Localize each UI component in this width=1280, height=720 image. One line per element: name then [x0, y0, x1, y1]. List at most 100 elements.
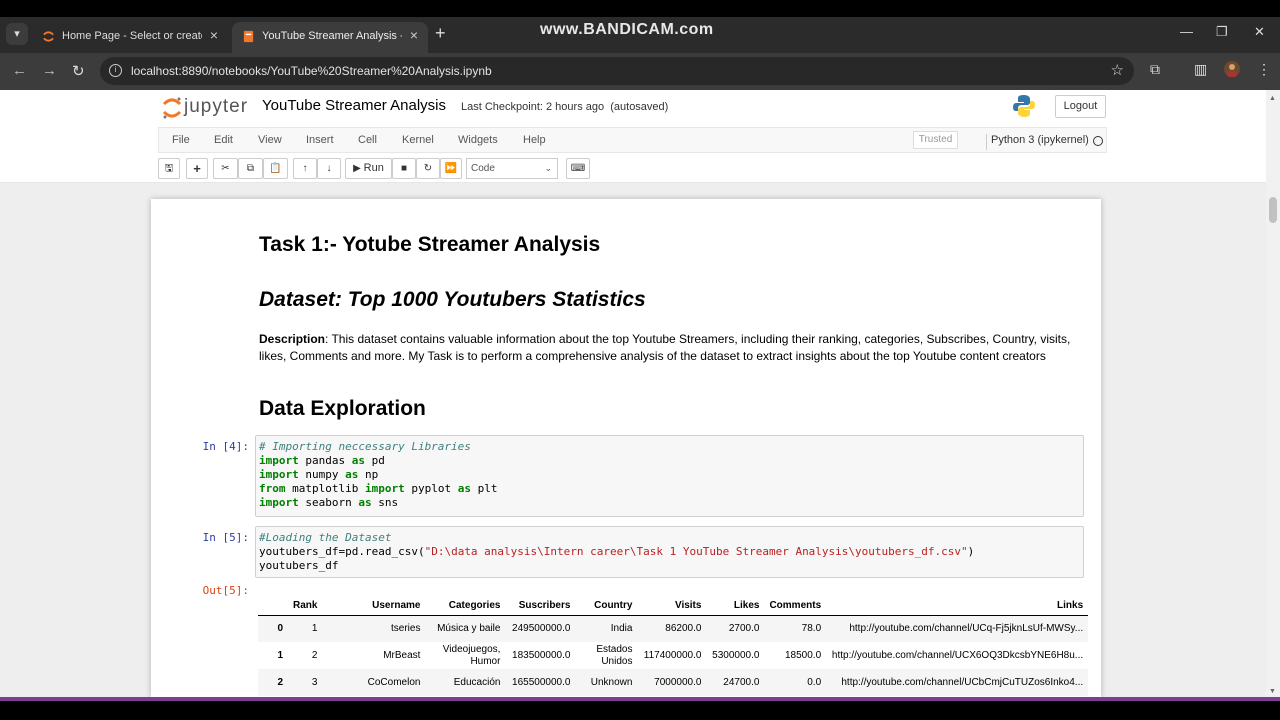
close-window-icon[interactable]: ✕	[1254, 24, 1265, 40]
table-cell: MrBeast	[383, 650, 421, 661]
table-row: 2 3 CoComelon Educación 165500000.0 Unkn…	[258, 669, 1089, 696]
description-label: Description	[259, 332, 326, 346]
menu-view[interactable]: View	[258, 134, 282, 146]
reload-icon[interactable]: ↻	[72, 62, 85, 80]
close-tab-icon[interactable]: ×	[210, 27, 218, 43]
table-cell: 183500000.0	[512, 650, 571, 661]
row-index: 1	[277, 650, 283, 661]
logout-button[interactable]: Logout	[1055, 95, 1106, 118]
markdown-title: Task 1:- Yotube Streamer Analysis	[259, 233, 601, 256]
notebook-container: Task 1:- Yotube Streamer Analysis Datase…	[151, 199, 1101, 697]
table-cell: 117400000.0	[643, 650, 702, 661]
run-button[interactable]: ▶ Run	[345, 158, 392, 179]
menu-help[interactable]: Help	[523, 134, 546, 146]
table-cell: 1	[288, 615, 323, 642]
tab-search-chevron-icon[interactable]: ▾	[6, 23, 28, 45]
chevron-down-icon: ⌄	[544, 163, 552, 173]
notebook-name[interactable]: YouTube Streamer Analysis	[262, 97, 446, 114]
address-bar[interactable]: i localhost:8890/notebooks/YouTube%20Str…	[100, 57, 1134, 85]
code-text: sns	[371, 496, 399, 509]
interrupt-icon[interactable]: ■	[392, 158, 416, 179]
code-text: pd	[364, 454, 385, 467]
table-cell: India	[575, 615, 638, 642]
cell-type-select[interactable]: Code ⌄	[466, 158, 558, 179]
row-index: 0	[258, 615, 288, 642]
paste-icon[interactable]: 📋	[263, 158, 288, 179]
code-cell-imports[interactable]: # Importing neccessary Libraries import …	[255, 435, 1084, 517]
bookmark-star-icon[interactable]: ☆	[1111, 61, 1124, 79]
table-row: 1 2 MrBeast Videojuegos, Humor 183500000…	[258, 642, 1088, 669]
code-cell-load-dataset[interactable]: #Loading the Dataset youtubers_df=pd.rea…	[255, 526, 1084, 578]
code-text: matplotlib	[285, 482, 365, 495]
notebook-favicon-icon	[243, 30, 254, 43]
code-keyword: as	[351, 454, 365, 467]
command-palette-keyboard-icon[interactable]: ⌨	[566, 158, 590, 179]
table-cell: http://youtube.com/channel/UCbCmjCuTUZos…	[826, 669, 1089, 696]
table-cell: 7000000.0	[637, 669, 707, 696]
url-text: localhost:8890/notebooks/YouTube%20Strea…	[131, 64, 492, 78]
close-tab-icon[interactable]: ×	[410, 27, 418, 43]
cell-type-value: Code	[471, 163, 495, 174]
move-up-icon[interactable]: ↑	[293, 158, 317, 179]
checkpoint-label: Last Checkpoint:	[461, 101, 543, 113]
restart-kernel-icon[interactable]: ↻	[416, 158, 440, 179]
table-cell: 18500.0	[784, 650, 822, 661]
table-cell: 5300000.0	[712, 650, 760, 661]
back-icon[interactable]: ←	[12, 62, 27, 79]
checkpoint-time: 2 hours ago	[546, 101, 605, 113]
cut-icon[interactable]: ✂	[213, 158, 238, 179]
menu-bar: File Edit View Insert Cell Kernel Widget…	[158, 127, 1107, 153]
code-text: np	[358, 468, 379, 481]
menu-file[interactable]: File	[172, 134, 190, 146]
restore-icon[interactable]: ❐	[1216, 24, 1228, 40]
code-keyword: from	[259, 482, 286, 495]
table-cell: 3	[288, 669, 323, 696]
bandicam-watermark: www.BANDICAM.com	[540, 21, 714, 38]
scrollbar-thumb[interactable]	[1269, 197, 1277, 223]
new-tab-icon[interactable]: +	[435, 23, 446, 44]
menu-kernel[interactable]: Kernel	[402, 134, 434, 146]
tab-home-page[interactable]: Home Page - Select or create a notebook …	[32, 22, 228, 53]
extensions-icon[interactable]: ⧉	[1150, 61, 1160, 78]
menu-edit[interactable]: Edit	[214, 134, 233, 146]
scroll-down-icon[interactable]: ▼	[1269, 688, 1276, 695]
trusted-indicator[interactable]: Trusted	[913, 131, 958, 149]
tab-youtube-streamer-analysis[interactable]: YouTube Streamer Analysis - Jupyter Note…	[232, 22, 428, 53]
more-options-icon[interactable]: ⋮	[1257, 61, 1271, 78]
menu-insert[interactable]: Insert	[306, 134, 334, 146]
move-down-icon[interactable]: ↓	[317, 158, 341, 179]
page-scrollbar[interactable]: ▲ ▼	[1266, 90, 1280, 697]
column-header: Comments	[764, 596, 827, 616]
table-cell: 24700.0	[706, 669, 765, 696]
code-keyword: as	[457, 482, 471, 495]
forward-icon[interactable]: →	[42, 62, 57, 79]
column-header: Suscribers	[505, 596, 576, 616]
code-keyword: as	[358, 496, 372, 509]
site-info-icon[interactable]: i	[109, 64, 122, 77]
column-header: Links	[826, 596, 1089, 616]
menu-cell[interactable]: Cell	[358, 134, 377, 146]
restart-run-all-icon[interactable]: ⏩	[440, 158, 462, 179]
copy-icon[interactable]: ⧉	[238, 158, 263, 179]
browser-titlebar: ▾ Home Page - Select or create a noteboo…	[0, 17, 1280, 53]
column-header: Rank	[288, 596, 323, 616]
browser-toolbar: ← → ↻ i localhost:8890/notebooks/YouTube…	[0, 53, 1280, 90]
table-cell: 249500000.0	[505, 615, 576, 642]
scroll-up-icon[interactable]: ▲	[1269, 95, 1276, 102]
markdown-description: Description: This dataset contains valua…	[259, 331, 1085, 365]
table-cell: Estados Unidos	[596, 643, 633, 667]
minimize-icon[interactable]: —	[1180, 24, 1193, 39]
kernel-name[interactable]: Python 3 (ipykernel)	[986, 134, 1089, 150]
table-cell: 78.0	[764, 615, 827, 642]
table-cell: Educación	[425, 669, 506, 696]
side-panel-icon[interactable]: ▥	[1194, 61, 1207, 78]
table-cell: 86200.0	[637, 615, 707, 642]
output-prompt: Out[5]:	[202, 584, 249, 597]
profile-avatar[interactable]	[1224, 61, 1240, 80]
save-icon[interactable]: 🖫	[158, 158, 180, 179]
row-index: 2	[258, 669, 288, 696]
kernel-idle-indicator-icon	[1093, 136, 1103, 146]
table-cell: Videojuegos, Humor	[442, 643, 501, 667]
insert-cell-icon[interactable]: +	[186, 158, 208, 179]
menu-widgets[interactable]: Widgets	[458, 134, 498, 146]
